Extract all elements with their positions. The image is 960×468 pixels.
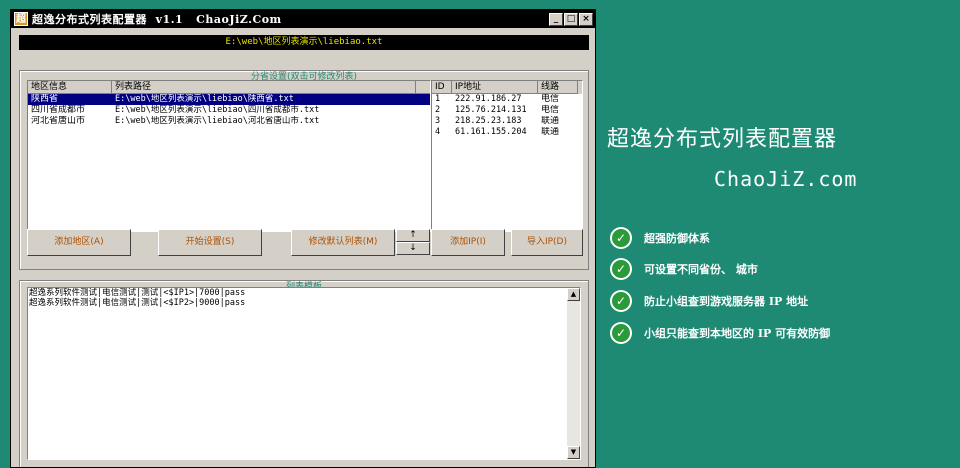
line-cell: 电信 xyxy=(541,105,560,115)
id-cell: 2 xyxy=(435,105,441,115)
close-button[interactable]: × xyxy=(579,12,593,26)
feature-item: ✓ 小组只能查到本地区的 IP 可有效防御 xyxy=(610,322,830,344)
ip-list-view[interactable]: ID IP地址 线路 1 222.91.186.27 电信 2 125.76.214.1… xyxy=(431,80,583,232)
id-cell: 4 xyxy=(435,127,441,137)
check-icon: ✓ xyxy=(610,258,632,280)
minimize-button[interactable]: _ xyxy=(549,12,563,26)
promo-title: 超逸分布式列表配置器 xyxy=(607,127,838,152)
region-cell: 陕西省 xyxy=(31,94,59,104)
template-textarea[interactable]: 超逸系列软件测试|电信测试|测试|<$IP1>|7000|pass 超逸系列软件… xyxy=(27,287,581,460)
path-cell: E:\web\地区列表演示\liebiao\四川省成都市.txt xyxy=(115,105,320,115)
import-ip-button[interactable]: 导入IP(D) xyxy=(511,229,583,256)
add-ip-button[interactable]: 添加IP(I) xyxy=(431,229,505,256)
region-cell: 河北省唐山市 xyxy=(31,116,86,126)
column-header-region[interactable]: 地区信息 xyxy=(28,81,112,94)
region-row[interactable]: 四川省成都市 E:\web\地区列表演示\liebiao\四川省成都市.txt xyxy=(28,105,430,116)
line-cell: 联通 xyxy=(541,116,560,126)
feature-item: ✓ 防止小组查到游戏服务器 IP 地址 xyxy=(610,290,808,312)
line-cell: 电信 xyxy=(541,94,560,104)
template-scrollbar[interactable]: ▲ ▼ xyxy=(567,288,580,459)
line-cell: 联通 xyxy=(541,127,560,137)
app-logo-icon: 超 xyxy=(14,12,28,26)
template-line: 超逸系列软件测试|电信测试|测试|<$IP1>|7000|pass xyxy=(29,288,246,298)
feature-text: 超强防御体系 xyxy=(644,232,710,245)
ip-row[interactable]: 1 222.91.186.27 电信 xyxy=(432,94,582,105)
region-row[interactable]: 陕西省 E:\web\地区列表演示\liebiao\陕西省.txt xyxy=(28,94,430,105)
ip-cell: 61.161.155.204 xyxy=(455,127,527,137)
path-cell: E:\web\地区列表演示\liebiao\陕西省.txt xyxy=(115,94,294,104)
feature-item: ✓ 超强防御体系 xyxy=(610,227,710,249)
move-down-button[interactable]: ↓ xyxy=(396,242,430,255)
ip-cell: 218.25.23.183 xyxy=(455,116,522,126)
feature-text: 可设置不同省份、 城市 xyxy=(644,263,758,276)
template-line: 超逸系列软件测试|电信测试|测试|<$IP2>|9000|pass xyxy=(29,298,246,308)
app-window: 超 超逸分布式列表配置器 v1.1 ChaoJiZ.Com _ □ × E:\w… xyxy=(10,9,596,468)
ip-row[interactable]: 4 61.161.155.204 联通 xyxy=(432,127,582,138)
feature-text: 防止小组查到游戏服务器 IP 地址 xyxy=(644,295,809,308)
column-header-id[interactable]: ID xyxy=(432,81,452,94)
promo-website: ChaoJiZ.com xyxy=(714,167,858,191)
region-row[interactable]: 河北省唐山市 E:\web\地区列表演示\liebiao\河北省唐山市.txt xyxy=(28,116,430,127)
column-header-line[interactable]: 线路 xyxy=(538,81,578,94)
region-cell: 四川省成都市 xyxy=(31,105,86,115)
scroll-down-icon[interactable]: ▼ xyxy=(567,446,580,459)
ip-row[interactable]: 2 125.76.214.131 电信 xyxy=(432,105,582,116)
modify-default-list-button[interactable]: 修改默认列表(M) xyxy=(291,229,395,256)
check-icon: ✓ xyxy=(610,290,632,312)
id-cell: 1 xyxy=(435,94,441,104)
path-cell: E:\web\地区列表演示\liebiao\河北省唐山市.txt xyxy=(115,116,320,126)
scroll-up-icon[interactable]: ▲ xyxy=(567,288,580,301)
ip-row[interactable]: 3 218.25.23.183 联通 xyxy=(432,116,582,127)
feature-text: 小组只能查到本地区的 IP 可有效防御 xyxy=(644,327,831,340)
region-list-view[interactable]: 地区信息 列表路径 陕西省 E:\web\地区列表演示\liebiao\陕西省.t… xyxy=(27,80,431,232)
ip-cell: 222.91.186.27 xyxy=(455,94,522,104)
feature-item: ✓ 可设置不同省份、 城市 xyxy=(610,258,758,280)
add-region-button[interactable]: 添加地区(A) xyxy=(27,229,131,256)
column-header-ip[interactable]: IP地址 xyxy=(452,81,538,94)
check-icon: ✓ xyxy=(610,322,632,344)
current-path-display: E:\web\地区列表演示\liebiao.txt xyxy=(19,35,589,50)
start-setup-button[interactable]: 开始设置(S) xyxy=(158,229,262,256)
move-up-button[interactable]: ↑ xyxy=(396,229,430,242)
window-title: 超逸分布式列表配置器 v1.1 ChaoJiZ.Com xyxy=(32,13,282,26)
ip-cell: 125.76.214.131 xyxy=(455,105,527,115)
id-cell: 3 xyxy=(435,116,441,126)
maximize-button[interactable]: □ xyxy=(564,12,578,26)
title-bar[interactable]: 超 超逸分布式列表配置器 v1.1 ChaoJiZ.Com _ □ × xyxy=(11,10,595,28)
check-icon: ✓ xyxy=(610,227,632,249)
column-header-path[interactable]: 列表路径 xyxy=(112,81,416,94)
